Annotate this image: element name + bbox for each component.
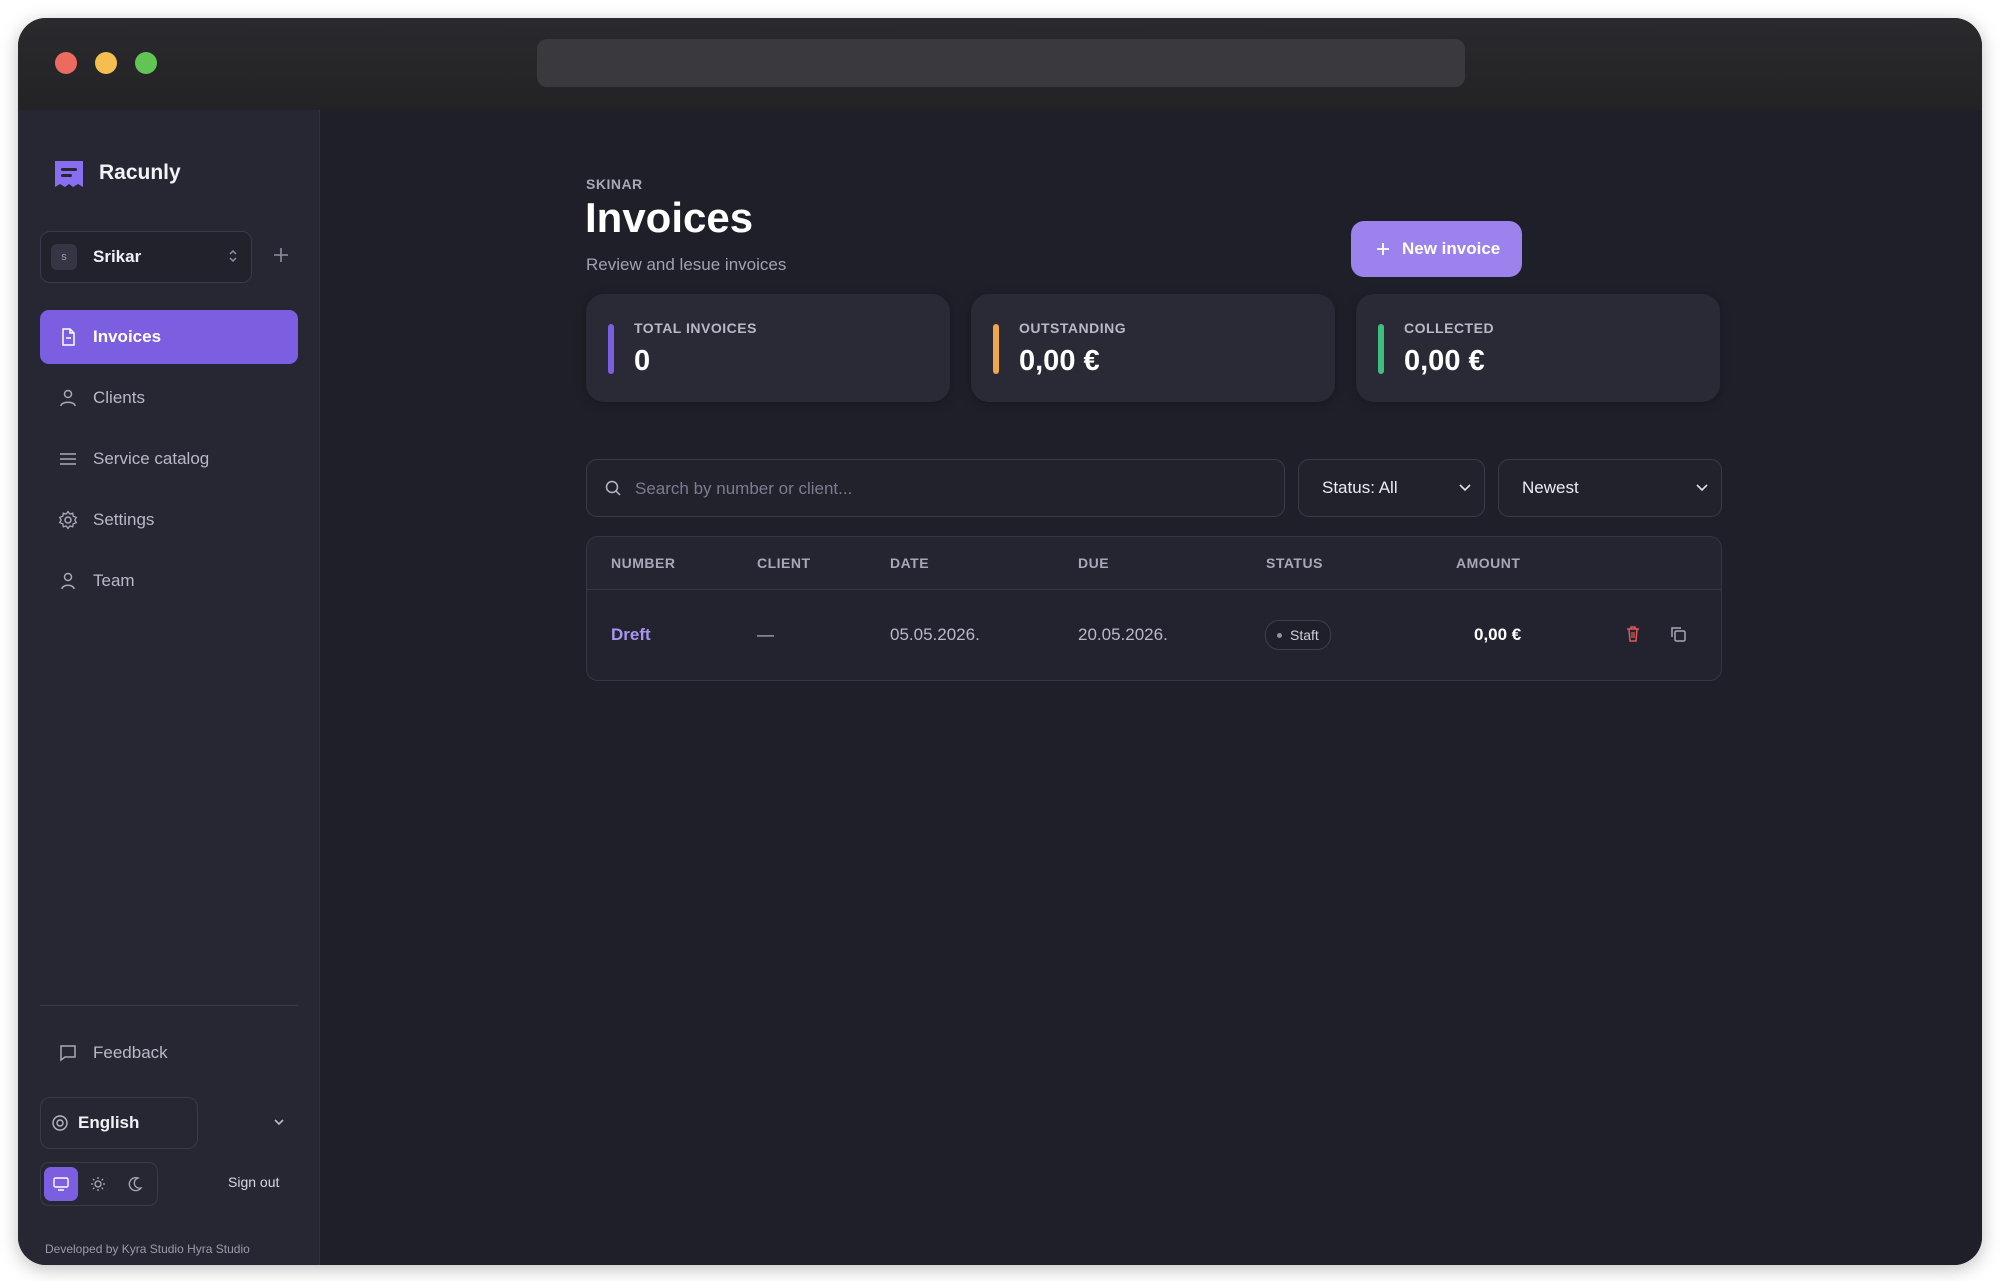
table-header: NUMBER CLIENT DATE DUE STATUS AMOUNT [587, 537, 1721, 590]
developer-credit: Developed by Kyra Studio Hyra Studio [45, 1242, 250, 1256]
new-invoice-button[interactable]: New invoice [1351, 221, 1522, 277]
sidebar-item-settings[interactable]: Settings [40, 493, 298, 547]
sidebar: Racunly s Srikar Invoices Clients Servic… [18, 110, 320, 1265]
sort-select[interactable]: Newest [1498, 459, 1722, 517]
org-avatar: s [51, 244, 77, 270]
org-eyebrow: SKINAR [586, 176, 643, 192]
feedback-label: Feedback [93, 1043, 168, 1062]
stat-accent-bar [1378, 324, 1384, 374]
column-header-due[interactable]: DUE [1078, 555, 1109, 571]
sidebar-item-label: Clients [93, 388, 145, 407]
sort-value: Newest [1522, 478, 1579, 497]
brand-name: Racunly [99, 161, 181, 184]
language-label: English [78, 1113, 140, 1132]
invoices-table: NUMBER CLIENT DATE DUE STATUS AMOUNT Dre… [586, 536, 1722, 681]
theme-switcher [40, 1162, 158, 1206]
column-header-amount[interactable]: AMOUNT [1456, 555, 1520, 571]
stat-card-outstanding: OUTSTANDING 0,00 € [971, 294, 1335, 402]
stat-label: COLLECTED [1404, 320, 1495, 336]
stat-value: 0,00 € [1019, 345, 1100, 377]
stat-card-total-invoices: TOTAL INVOICES 0 [586, 294, 950, 402]
language-select[interactable]: English [40, 1097, 198, 1149]
app-window: Racunly s Srikar Invoices Clients Servic… [18, 18, 1982, 1265]
theme-light-button[interactable] [81, 1167, 115, 1201]
message-icon [60, 1045, 76, 1062]
trash-icon[interactable] [1622, 623, 1644, 645]
moon-icon [128, 1176, 143, 1192]
status-filter-value: Status: All [1322, 478, 1398, 497]
sidebar-item-invoices[interactable]: Invoices [40, 310, 298, 364]
feedback-button[interactable]: Feedback [40, 1028, 298, 1078]
search-icon [605, 480, 621, 496]
address-bar[interactable] [537, 39, 1465, 87]
invoice-date: 05.05.2026. [890, 625, 980, 644]
stat-accent-bar [993, 324, 999, 374]
list-icon [60, 453, 76, 465]
minimize-window-button[interactable] [95, 52, 117, 74]
stat-value: 0 [634, 345, 651, 377]
theme-system-button[interactable] [44, 1167, 78, 1201]
column-header-client[interactable]: CLIENT [757, 555, 811, 571]
sun-icon [91, 1177, 105, 1191]
stat-card-collected: COLLECTED 0,00 € [1356, 294, 1720, 402]
add-organization-icon[interactable] [268, 242, 294, 268]
stat-label: OUTSTANDING [1019, 320, 1127, 336]
page-title: Invoices [585, 194, 754, 241]
sidebar-item-team[interactable]: Team [40, 554, 298, 608]
chevron-down-icon[interactable] [272, 1116, 286, 1128]
invoice-amount: 0,00 € [1474, 625, 1522, 644]
gear-icon [58, 510, 78, 530]
new-invoice-label: New invoice [1402, 239, 1501, 258]
page-subtitle: Review and lesue invoices [586, 255, 787, 274]
document-icon [62, 328, 75, 346]
sidebar-item-clients[interactable]: Clients [40, 371, 298, 425]
column-header-number[interactable]: NUMBER [611, 555, 675, 571]
search-input[interactable] [633, 460, 1267, 518]
sidebar-item-label: Service catalog [93, 449, 210, 468]
invoice-number-link[interactable]: Dreft [611, 625, 651, 645]
invoice-client: — [757, 625, 774, 644]
theme-dark-button[interactable] [118, 1167, 152, 1201]
table-row[interactable]: Dreft — 05.05.2026. 20.05.2026. Staft 0,… [587, 590, 1721, 680]
user-icon [61, 572, 75, 590]
status-filter-select[interactable]: Status: All [1298, 459, 1485, 517]
receipt-logo-icon [55, 161, 83, 187]
stat-value: 0,00 € [1404, 345, 1485, 377]
monitor-icon [53, 1177, 69, 1191]
status-badge: Staft [1265, 620, 1331, 650]
sidebar-divider [40, 1005, 298, 1006]
search-box [586, 459, 1285, 518]
browser-titlebar [18, 18, 1982, 111]
maximize-window-button[interactable] [135, 52, 157, 74]
stat-accent-bar [608, 324, 614, 374]
organization-select[interactable]: s Srikar [40, 231, 252, 283]
org-name: Srikar [93, 247, 142, 266]
user-icon [60, 389, 76, 407]
main-content: SKINAR Invoices Review and lesue invoice… [320, 110, 1982, 1265]
sidebar-item-label: Invoices [93, 327, 162, 346]
chevron-down-icon [1696, 484, 1708, 492]
chevron-up-down-icon [229, 249, 237, 263]
close-window-button[interactable] [55, 52, 77, 74]
plus-icon [1377, 243, 1389, 255]
sidebar-item-label: Settings [93, 510, 155, 529]
chevron-down-icon [1459, 484, 1471, 492]
sidebar-item-label: Team [93, 571, 135, 590]
stat-label: TOTAL INVOICES [634, 320, 757, 336]
column-header-status[interactable]: STATUS [1266, 555, 1323, 571]
sign-out-button[interactable]: Sign out [228, 1174, 279, 1190]
column-header-date[interactable]: DATE [890, 555, 929, 571]
invoice-due-date: 20.05.2026. [1078, 625, 1168, 644]
globe-icon [52, 1115, 68, 1131]
copy-icon[interactable] [1667, 623, 1689, 645]
sidebar-item-service-catalog[interactable]: Service catalog [40, 432, 298, 486]
